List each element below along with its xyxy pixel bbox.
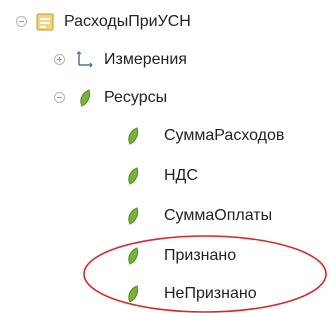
tree-node-resources[interactable]: Ресурсы (0, 86, 330, 110)
tree-node-label: Измерения (104, 51, 187, 68)
tree-node-label: Ресурсы (104, 89, 168, 106)
tree-node-label: НДС (164, 167, 198, 184)
tree-node-label: НеПризнано (164, 285, 257, 302)
tree-node-resource-item[interactable]: Признано (0, 244, 330, 268)
expand-toggle-icon[interactable] (54, 54, 65, 65)
resource-icon (124, 246, 142, 271)
resource-icon (124, 166, 142, 191)
tree-node-label: Признано (164, 247, 237, 264)
tree-node-label: РасходыПриУСН (64, 13, 191, 30)
tree-node-label: СуммаРасходов (164, 127, 285, 144)
register-icon (36, 13, 54, 36)
tree-node-resource-item[interactable]: СуммаРасходов (0, 124, 330, 148)
resource-icon (124, 284, 142, 309)
dimensions-icon (76, 50, 94, 73)
tree-node-dimensions[interactable]: Измерения (0, 48, 330, 72)
collapse-toggle-icon[interactable] (16, 16, 27, 27)
resource-icon (124, 206, 142, 231)
resource-icon (76, 88, 94, 113)
tree-node-resource-item[interactable]: СуммаОплаты (0, 204, 330, 228)
tree-node-resource-item[interactable]: НеПризнано (0, 282, 330, 306)
tree-node-label: СуммаОплаты (164, 207, 273, 224)
tree-node-root[interactable]: РасходыПриУСН (0, 10, 330, 34)
resource-icon (124, 126, 142, 151)
tree-node-resource-item[interactable]: НДС (0, 164, 330, 188)
collapse-toggle-icon[interactable] (54, 92, 65, 103)
metadata-tree: РасходыПриУСН Измерения Ресурсы СуммаРас… (0, 0, 330, 313)
